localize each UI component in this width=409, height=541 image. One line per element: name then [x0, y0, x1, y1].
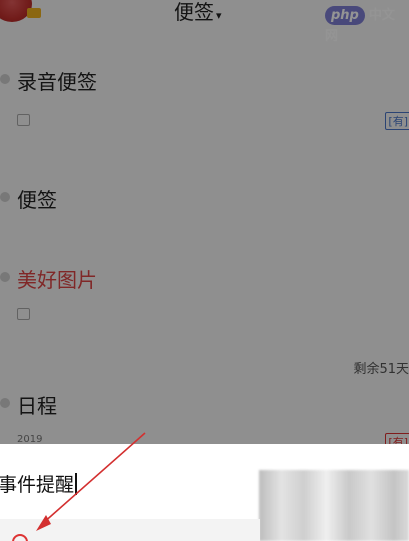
blurred-image — [259, 470, 409, 541]
reminder-input-text: 事件提醒 — [0, 470, 77, 497]
toolbar-area — [0, 519, 260, 541]
bottom-sheet: 事件提醒 — [0, 444, 409, 541]
text-cursor — [75, 473, 77, 495]
dim-overlay[interactable] — [0, 0, 409, 444]
screen: 便签 ▾ php 中文网 录音便签 [有] 便签 美好图片 剩余51天 日程 201… — [0, 0, 409, 541]
